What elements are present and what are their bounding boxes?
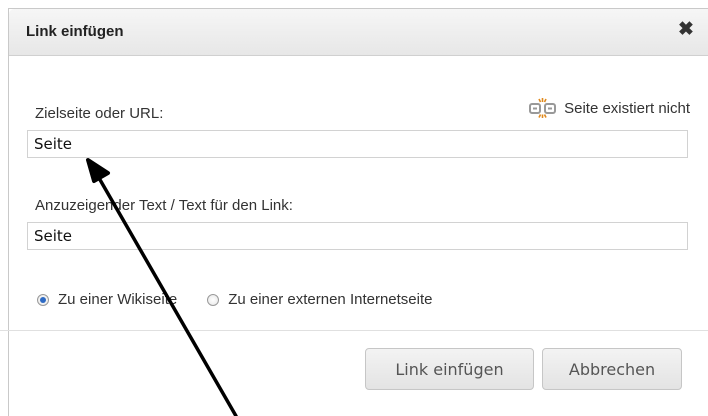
page-status-text: Seite existiert nicht — [564, 99, 690, 117]
radio-wiki-page-button[interactable] — [37, 293, 49, 306]
radio-wiki-page[interactable]: Zu einer Wikiseite — [37, 291, 177, 308]
display-text-label: Anzuzeigender Text / Text für den Link: — [35, 197, 293, 214]
target-label: Zielseite oder URL: — [35, 105, 164, 122]
link-type-group: Zu einer Wikiseite Zu einer externen Int… — [37, 291, 433, 308]
page-status: Seite existiert nicht — [529, 98, 690, 118]
close-icon[interactable]: ✖ — [676, 19, 696, 41]
display-text-input[interactable] — [27, 222, 688, 250]
target-input[interactable] — [27, 130, 688, 158]
dialog-title: Link einfügen — [26, 23, 124, 40]
insert-link-button[interactable]: Link einfügen — [365, 348, 534, 390]
radio-external-page-label: Zu einer externen Internetseite — [228, 291, 433, 308]
broken-link-icon — [529, 98, 557, 118]
footer-divider — [0, 330, 708, 331]
radio-external-page-button[interactable] — [207, 293, 220, 306]
radio-external-page[interactable]: Zu einer externen Internetseite — [207, 291, 433, 308]
cancel-button[interactable]: Abbrechen — [542, 348, 682, 390]
radio-wiki-page-label: Zu einer Wikiseite — [58, 291, 178, 308]
dialog-titlebar: Link einfügen ✖ — [9, 9, 708, 56]
